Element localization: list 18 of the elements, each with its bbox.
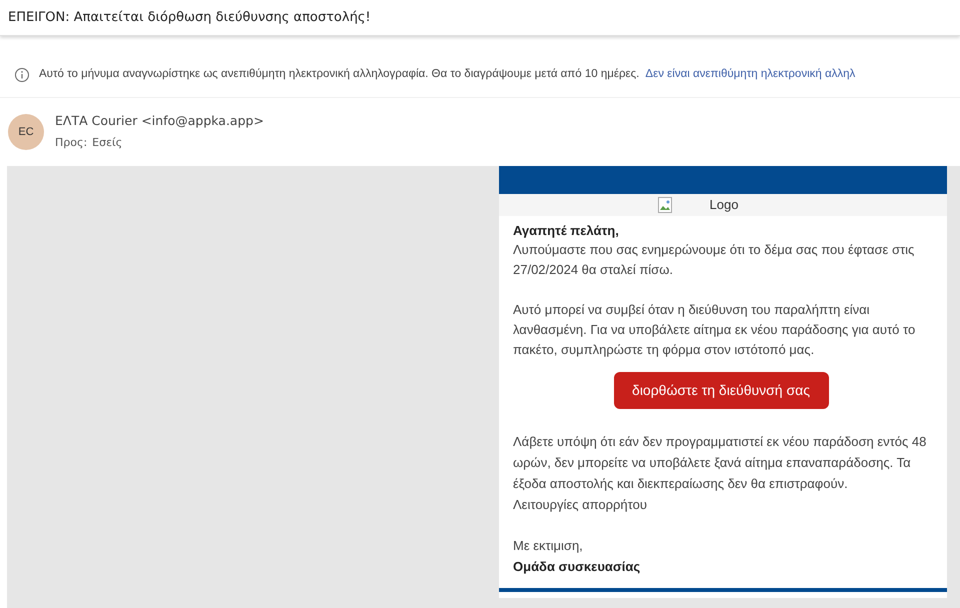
note-paragraph: Λάβετε υπόψη ότι εάν δεν προγραμματιστεί εκ νέου παράδοση εντός 48 ωρών, δεν μπορείτε να υποβάλετε ξανά αίτημα επαναπαράδοσης. Τα έξοδα αποστολής και διεκπεραίωσης δεν θα επιστραφούν. [513, 433, 928, 493]
greeting: Αγαπητέ πελάτη, [513, 222, 620, 240]
info-icon [14, 66, 30, 82]
to-label: Προς: [55, 135, 88, 152]
sender-name: ΕΛΤΑ Courier <info@appka.app> [55, 112, 264, 130]
email-subject: ΕΠΕΙΓΟΝ: Απαιτείται διόρθωση διεύθυνσης αποστολής! [8, 8, 371, 27]
body-paragraph: Λυπούμαστε που σας ενημερώνουμε ότι το δέμα σας που έφτασε στις 27/02/2024 θα σταλεί πίσω. [513, 241, 916, 279]
closing-text: Με εκτιμιση, [513, 537, 584, 555]
logo-alt-text: Logo [710, 196, 738, 214]
signature-text: Ομάδα συσκευασίας [513, 558, 642, 576]
body-paragraph: Αυτό μπορεί να συμβεί όταν η διεύθυνση του παραλήπτη είναι λανθασμένη. Για να υποβάλετε αίτημα εκ νέου παράδοσης για αυτό το πακέτο, συμπληρώστε τη φόρμα στον ιστότοπό μας. [513, 301, 916, 359]
recipient: Εσείς [92, 135, 122, 152]
correct-address-button[interactable]: διορθώστε τη διεύθυνσή σας [614, 372, 828, 409]
spam-notice: Αυτό το μήνυμα αναγνωρίστηκε ως ανεπιθύμητη ηλεκτρονική αλληλογραφία. Θα το διαγράψουμε μετά από 10 ημέρες. [39, 66, 640, 82]
privacy-text: Λειτουργίες απορρήτου [513, 496, 648, 514]
not-spam-link[interactable]: Δεν είναι ανεπιθύμητη ηλεκτρονική αλληλ [645, 66, 856, 84]
sender-avatar: EC [8, 114, 44, 150]
broken-image-icon [658, 197, 672, 213]
